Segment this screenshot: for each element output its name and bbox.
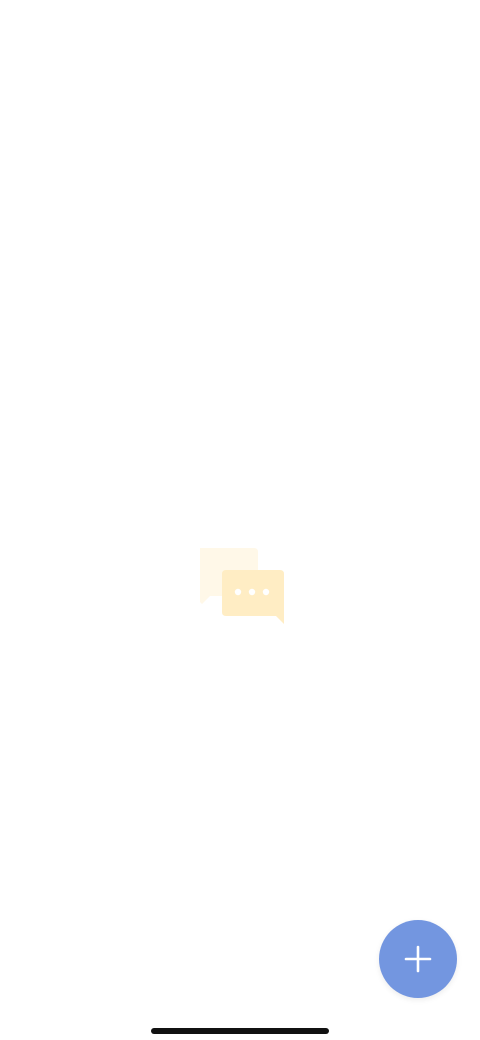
screen (0, 0, 480, 1040)
front-chat-bubble (222, 570, 284, 624)
empty-state-illustration (196, 546, 286, 626)
bubble-dot (262, 588, 270, 596)
chat-bubbles-icon (200, 548, 284, 624)
add-button[interactable] (379, 920, 457, 998)
bubble-dot (234, 588, 242, 596)
plus-icon (404, 945, 432, 973)
bubble-dot (248, 588, 256, 596)
home-indicator (151, 1028, 329, 1034)
